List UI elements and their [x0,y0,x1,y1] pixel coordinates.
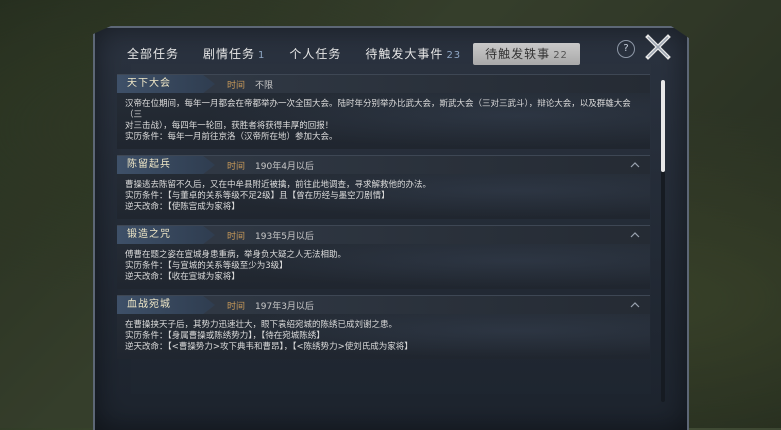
list-item: 锻造之咒 时间 193年5月以后 傅曹在题之姿在宣城身患重病，举身负大疑之人无法… [117,225,650,289]
time-value: 193年5月以后 [255,231,314,242]
card-description: 对三击战），每四年一轮回，获胜者将获得丰厚的回报！ [125,121,334,131]
time-value: 197年3月以后 [255,301,314,312]
time-label: 时间 [227,80,246,91]
card-condition: 实历条件：【与宣城的关系等级至少为3级】 [125,261,288,271]
card-body: 傅曹在题之姿在宣城身患重病，举身负大疑之人无法相助。 实历条件：【与宣城的关系等… [117,244,650,289]
card-title: 陈留起兵 [117,156,215,174]
tab-pending-anecdotes[interactable]: 待触发轶事 22 [473,43,580,65]
card-description: 傅曹在题之姿在宣城身患重病，举身负大疑之人无法相助。 [125,250,347,260]
tab-count: 23 [446,50,462,61]
time-label: 时间 [227,301,246,312]
list-item: 陈留起兵 时间 190年4月以后 曹操逃去陈留不久后，又在中牟县附近被擒，前往此… [117,155,650,219]
tab-pending-major-events[interactable]: 待触发大事件 23 [353,43,473,65]
tab-all-quests[interactable]: 全部任务 [115,43,191,65]
card-fate-change: 逆天改命：【收在宣城为家将】 [125,272,240,282]
time-value: 190年4月以后 [255,161,314,172]
tab-count: 1 [258,50,266,61]
card-title: 血战宛城 [117,296,215,314]
card-body: 汉帝在位期间，每年一月都会在帝都举办一次全国大会。陆时年分别举办比武大会，斯武大… [117,93,650,149]
list-item: 天下大会 时间 不限 汉帝在位期间，每年一月都会在帝都举办一次全国大会。陆时年分… [117,74,650,149]
time-value: 不限 [255,80,274,91]
close-icon[interactable] [643,32,673,62]
card-fate-change: 逆天改命：【<曹操势力>攻下典韦和曹昂】，【<陈绣势力>使刘氏成为家将】 [125,342,413,352]
tab-story-quests[interactable]: 剧情任务 1 [191,43,277,65]
card-header[interactable]: 锻造之咒 时间 193年5月以后 [117,226,650,244]
scrollbar-thumb[interactable] [661,80,665,172]
card-body: 在曹操挟天子后，其势力迅速壮大，眼下袁绍宛城的陈绣已成刘谢之患。 实历条件：【身… [117,314,650,359]
scrollbar[interactable] [661,80,665,402]
card-condition: 实历条件：【身属曹操或陈绣势力】，【待在宛城陈绣】 [125,331,325,341]
chevron-up-icon[interactable] [630,230,640,240]
card-fate-change: 逆天改命：【使陈宫成为家将】 [125,202,240,212]
chevron-up-icon[interactable] [630,160,640,170]
card-condition: 实历条件：【与董卓的关系等级不足2级】且【曾在历经与墨空刀剧情】 [125,191,390,201]
card-condition: 实历条件：每年一月前往京洛（汉帝所在地）参加大会。 [125,132,338,142]
anecdote-list[interactable]: 天下大会 时间 不限 汉帝在位期间，每年一月都会在帝都举办一次全国大会。陆时年分… [117,74,650,422]
tab-count: 22 [553,50,568,61]
card-title: 天下大会 [117,75,215,93]
card-body: 曹操逃去陈留不久后，又在中牟县附近被擒，前往此地调查，寻求解救他的办法。 实历条… [117,174,650,219]
time-label: 时间 [227,231,246,242]
card-header[interactable]: 陈留起兵 时间 190年4月以后 [117,156,650,174]
chevron-up-icon[interactable] [630,300,640,310]
quest-panel: 全部任务 剧情任务 1 个人任务 待触发大事件 23 待触发轶事 22 ? 天下大会 … [93,26,689,430]
tab-personal-quests[interactable]: 个人任务 [277,43,353,65]
card-header[interactable]: 血战宛城 时间 197年3月以后 [117,296,650,314]
help-icon[interactable]: ? [617,40,635,58]
card-title: 锻造之咒 [117,226,215,244]
card-header[interactable]: 天下大会 时间 不限 [117,75,650,93]
card-description: 曹操逃去陈留不久后，又在中牟县附近被擒，前往此地调查，寻求解救他的办法。 [125,180,432,190]
card-description: 在曹操挟天子后，其势力迅速壮大，眼下袁绍宛城的陈绣已成刘谢之患。 [125,320,398,330]
card-description: 汉帝在位期间，每年一月都会在帝都举办一次全国大会。陆时年分别举办比武大会，斯武大… [125,99,631,120]
time-label: 时间 [227,161,246,172]
tab-bar: 全部任务 剧情任务 1 个人任务 待触发大事件 23 待触发轶事 22 [115,42,580,66]
list-item: 血战宛城 时间 197年3月以后 在曹操挟天子后，其势力迅速壮大，眼下袁绍宛城的… [117,295,650,359]
